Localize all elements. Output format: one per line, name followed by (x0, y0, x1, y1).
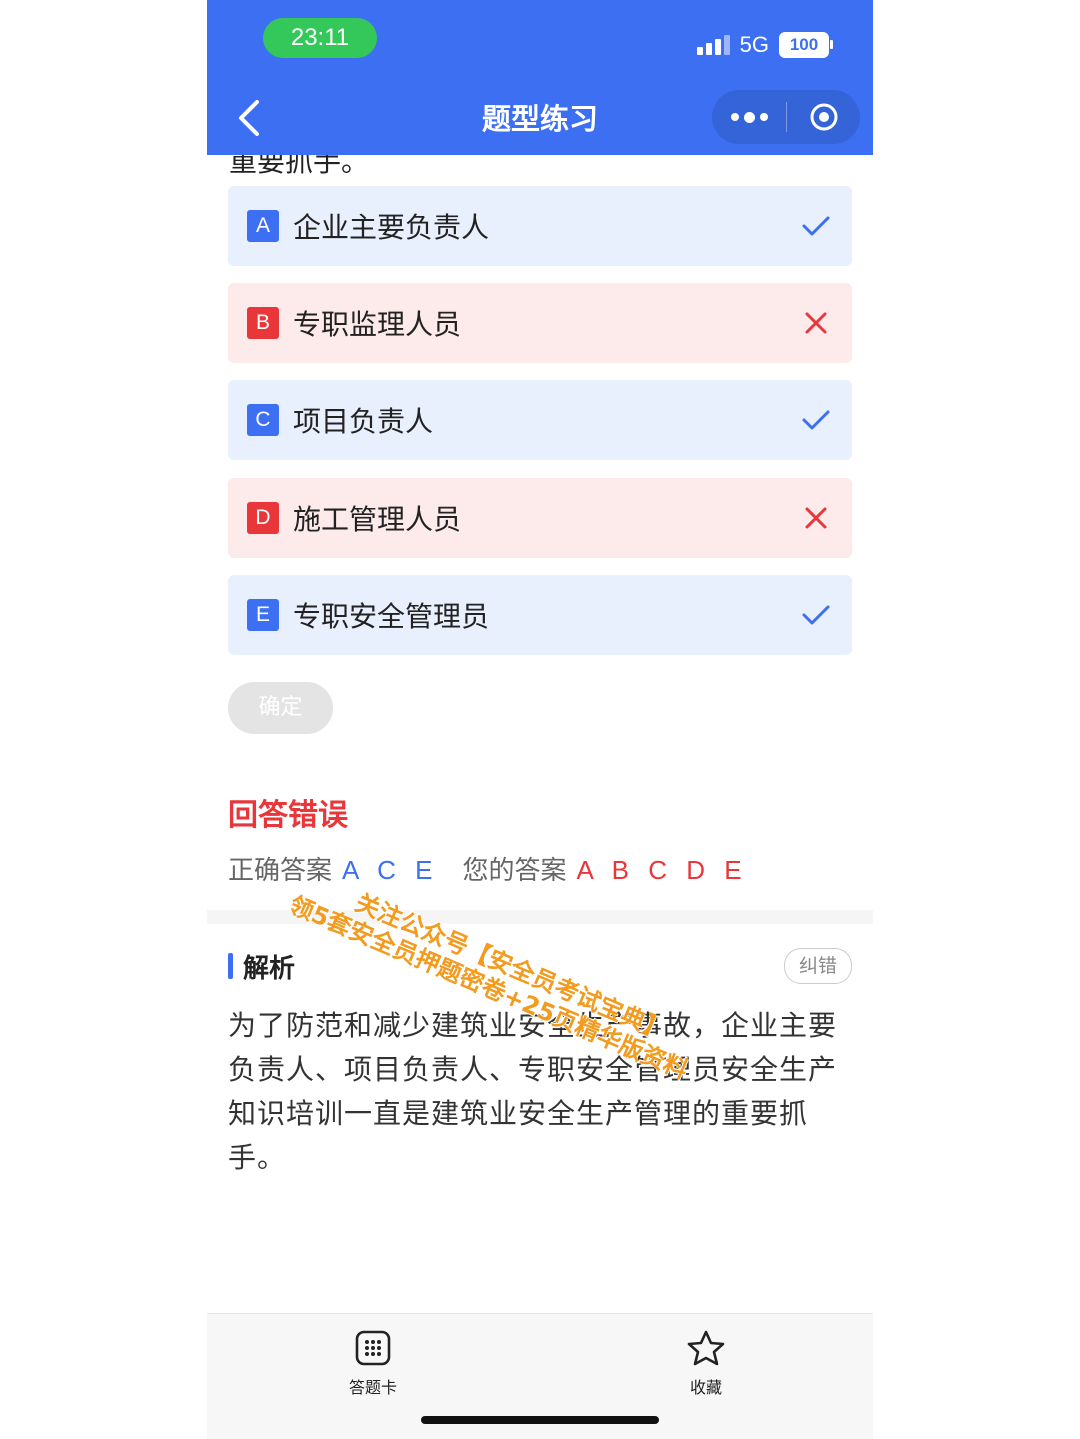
check-icon (786, 186, 846, 266)
option-b[interactable]: B 专职监理人员 (228, 283, 852, 363)
phone-screen: 重要抓手。 23:11 5G 100 题型练习 A 企业主要负责人 B 专职监理… (207, 0, 873, 1439)
option-letter: D (247, 502, 279, 534)
option-letter: E (247, 599, 279, 631)
cross-icon (786, 283, 846, 363)
my-answer-value: A B C D E (576, 855, 748, 885)
report-error-button[interactable]: 纠错 (784, 948, 852, 984)
analysis-accent-bar (228, 953, 233, 979)
option-text: 企业主要负责人 (293, 211, 490, 244)
result-title: 回答错误 (228, 798, 348, 833)
check-icon (786, 575, 846, 655)
option-text: 施工管理人员 (293, 503, 462, 536)
home-indicator (421, 1416, 659, 1424)
analysis-title: 解析 (243, 953, 296, 984)
status-indicators: 5G 100 (696, 30, 833, 60)
battery-icon: 100 (779, 32, 833, 58)
target-close-icon[interactable] (787, 90, 860, 144)
option-letter: C (247, 404, 279, 436)
option-letter: B (247, 307, 279, 339)
option-d[interactable]: D 施工管理人员 (228, 478, 852, 558)
option-letter: A (247, 210, 279, 242)
check-icon (786, 380, 846, 460)
my-answer-label: 您的答案 (462, 856, 567, 886)
more-dots-icon[interactable] (712, 90, 786, 144)
tab-label: 收藏 (689, 1378, 722, 1397)
signal-icon (696, 35, 730, 55)
tab-answer-card[interactable]: 答题卡 (323, 1330, 423, 1398)
network-type: 5G (739, 32, 769, 57)
cross-icon (786, 478, 846, 558)
option-text: 专职监理人员 (293, 308, 462, 341)
option-text: 专职安全管理员 (293, 600, 490, 633)
option-a[interactable]: A 企业主要负责人 (228, 186, 852, 266)
top-bar: 23:11 5G 100 题型练习 (207, 0, 873, 155)
analysis-header: 解析 (228, 950, 296, 984)
option-e[interactable]: E 专职安全管理员 (228, 575, 852, 655)
option-c[interactable]: C 项目负责人 (228, 380, 852, 460)
status-time: 23:11 (263, 18, 377, 58)
option-text: 项目负责人 (293, 405, 434, 438)
grid-card-icon (355, 1330, 391, 1366)
correct-answer-value: A C E (342, 855, 439, 885)
star-icon (687, 1330, 725, 1366)
tab-label: 答题卡 (348, 1378, 397, 1397)
tab-favorite[interactable]: 收藏 (656, 1330, 756, 1398)
confirm-button[interactable]: 确定 (228, 682, 333, 734)
mini-program-capsule (712, 90, 860, 144)
